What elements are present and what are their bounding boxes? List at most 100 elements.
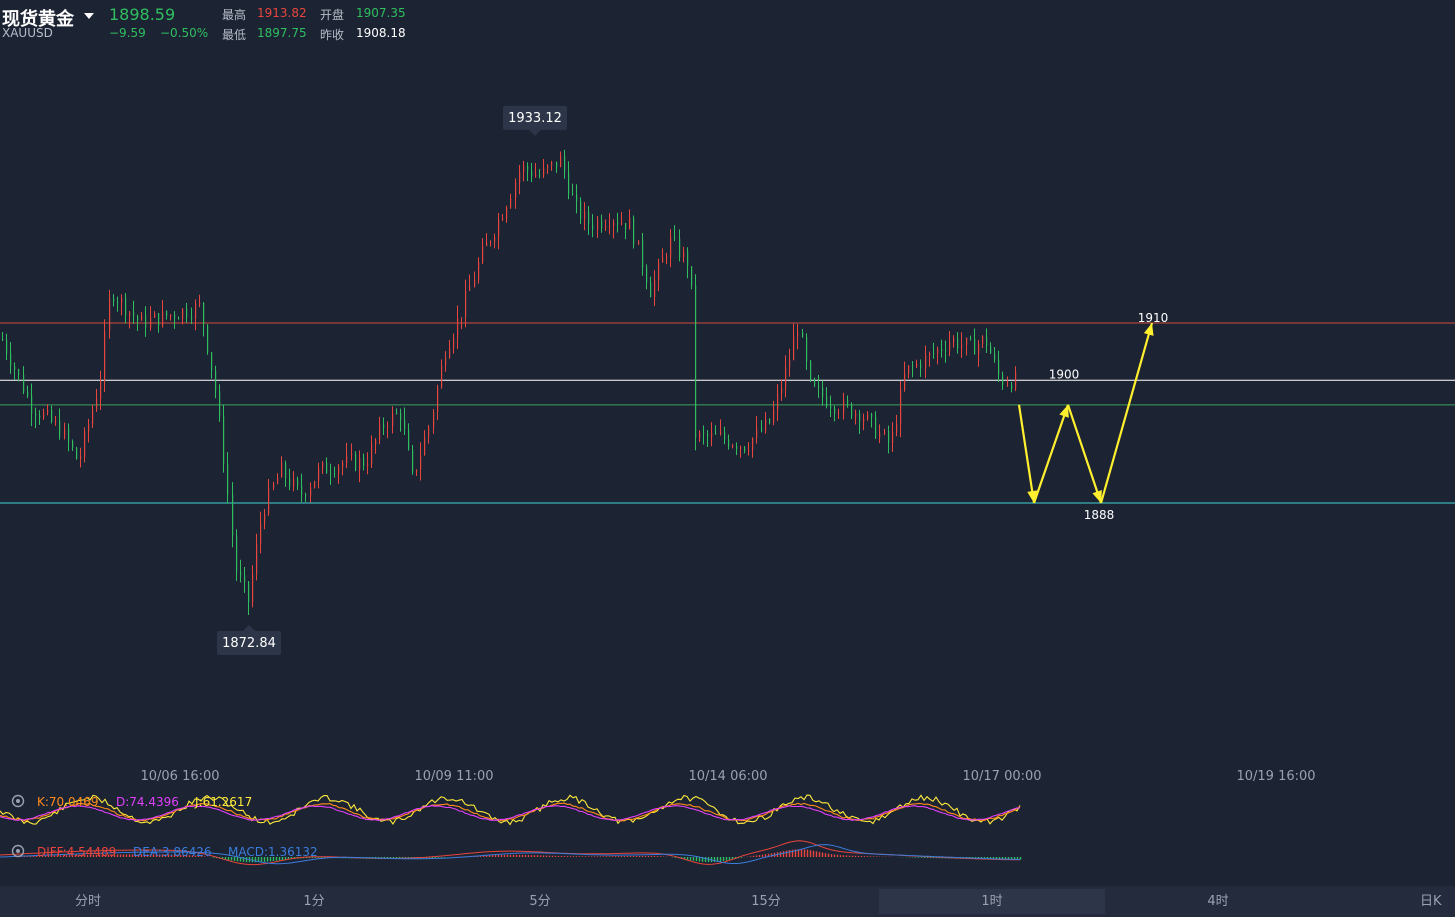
candle-body-23	[96, 398, 98, 411]
projection-segment-0	[1017, 404, 1036, 504]
candle-body-229	[941, 348, 943, 351]
candle-body-18	[76, 447, 78, 459]
candle-body-171	[703, 432, 705, 434]
candle-body-233	[957, 338, 959, 349]
timeframe-tabs: 分时 1分 5分 15分 1时 4时 日K	[0, 889, 1455, 917]
candle-body-55	[227, 464, 229, 495]
candle-body-64	[264, 513, 266, 524]
candle-body-130	[535, 174, 537, 177]
candle-body-205	[843, 400, 845, 413]
candle-body-124	[510, 198, 512, 208]
candle-body-213	[875, 416, 877, 438]
candle-body-104	[428, 426, 430, 438]
candle-body-44	[182, 309, 184, 320]
tab-4hour[interactable]: 4时	[1106, 889, 1330, 914]
candle-body-74	[305, 494, 307, 496]
candle-body-40	[166, 311, 168, 317]
candle-body-206	[847, 400, 849, 404]
candle-body-34	[141, 315, 143, 321]
candle-body-194	[797, 332, 799, 337]
candle-body-169	[695, 285, 697, 438]
candle-body-161	[662, 257, 664, 263]
candle-body-10	[43, 412, 45, 418]
candle-body-224	[920, 363, 922, 369]
candle-body-101	[416, 470, 418, 472]
price-change-percent: −0.50%	[160, 26, 209, 40]
candle-body-83	[342, 463, 344, 468]
candle-body-26	[109, 298, 111, 332]
price-change: −9.59	[109, 26, 146, 40]
max-price-marker: 1933.12	[503, 105, 567, 136]
low-label: 最低	[222, 28, 247, 42]
candle-body-62	[256, 543, 258, 574]
candle-body-226	[929, 353, 931, 356]
macd-dea-label: DEA:3.86426	[133, 845, 212, 859]
candle-body-76	[314, 481, 316, 488]
candle-body-188	[773, 409, 775, 423]
candle-body-54	[223, 416, 225, 465]
tab-daily[interactable]: 日K	[1420, 889, 1455, 914]
candle-body-77	[318, 468, 320, 482]
candle-body-244	[1002, 374, 1004, 386]
last-price: 1898.59	[109, 5, 176, 24]
max-price-marker-text: 1933.12	[508, 111, 562, 126]
candle-body-237	[974, 338, 976, 355]
kdj-d-label: D:74.4396	[116, 795, 179, 809]
candle-body-21	[88, 424, 90, 432]
candle-body-201	[826, 396, 828, 407]
tab-15min[interactable]: 15分	[654, 889, 878, 914]
tab-5min[interactable]: 5分	[428, 889, 652, 914]
kdj-settings-gear-icon[interactable]	[11, 794, 25, 808]
kdj-settings-gear-icon-hub	[16, 799, 20, 803]
candle-body-127	[523, 165, 525, 172]
candle-body-36	[150, 317, 152, 328]
chevron-down-icon[interactable]	[84, 13, 94, 19]
candle-body-155	[638, 240, 640, 245]
candle-body-153	[629, 217, 631, 230]
candle-body-8	[35, 413, 37, 416]
candle-body-109	[449, 347, 451, 358]
candle-body-92	[379, 424, 381, 440]
x-tick-label-3: 10/17 00:00	[962, 769, 1041, 784]
tab-1hour[interactable]: 1时	[879, 889, 1105, 914]
candle-body-152	[625, 223, 627, 230]
kdj-panel: K:70.0469 D:74.4396 J:61.2617	[0, 794, 1021, 826]
candle-body-14	[59, 420, 61, 437]
projection-label-2: 1910	[1138, 311, 1169, 325]
candle-body-177	[728, 439, 730, 447]
candle-body-218	[896, 424, 898, 433]
tab-1min[interactable]: 1分	[202, 889, 426, 914]
projection-segment-2	[1066, 404, 1103, 504]
candle-body-98	[404, 419, 406, 430]
candle-body-102	[420, 455, 422, 471]
max-price-marker-pointer	[529, 129, 541, 136]
macd-settings-gear-icon[interactable]	[11, 844, 25, 858]
kdj-j-label: J:61.2617	[194, 795, 252, 809]
candle-body-212	[871, 414, 873, 417]
candle-body-43	[178, 318, 180, 320]
candle-body-51	[211, 352, 213, 371]
candle-body-95	[392, 413, 394, 427]
candle-body-86	[355, 454, 357, 470]
tab-timeshare[interactable]: 分时	[0, 889, 176, 914]
candle-body-162	[666, 257, 668, 259]
candle-body-159	[654, 279, 656, 297]
candle-body-204	[838, 412, 840, 414]
candle-body-35	[145, 315, 147, 328]
candle-body-146	[601, 220, 603, 228]
candle-body-176	[724, 432, 726, 440]
candle-body-91	[375, 439, 377, 445]
candle-body-193	[793, 336, 795, 361]
candle-body-158	[650, 283, 652, 297]
candle-body-29	[121, 297, 123, 303]
price-chart[interactable]: 1933.12 1872.84 1900 1888 1910 10/06 16:00 10/…	[0, 0, 1455, 889]
candle-body-208	[855, 413, 857, 417]
candle-body-164	[674, 236, 676, 239]
candle-body-207	[851, 403, 853, 417]
candle-body-195	[802, 332, 804, 337]
candle-body-239	[982, 336, 984, 344]
candle-body-57	[236, 535, 238, 572]
kdj-k-label: K:70.0469	[37, 795, 99, 809]
candle-body-2	[10, 353, 12, 367]
candle-body-58	[240, 571, 242, 576]
